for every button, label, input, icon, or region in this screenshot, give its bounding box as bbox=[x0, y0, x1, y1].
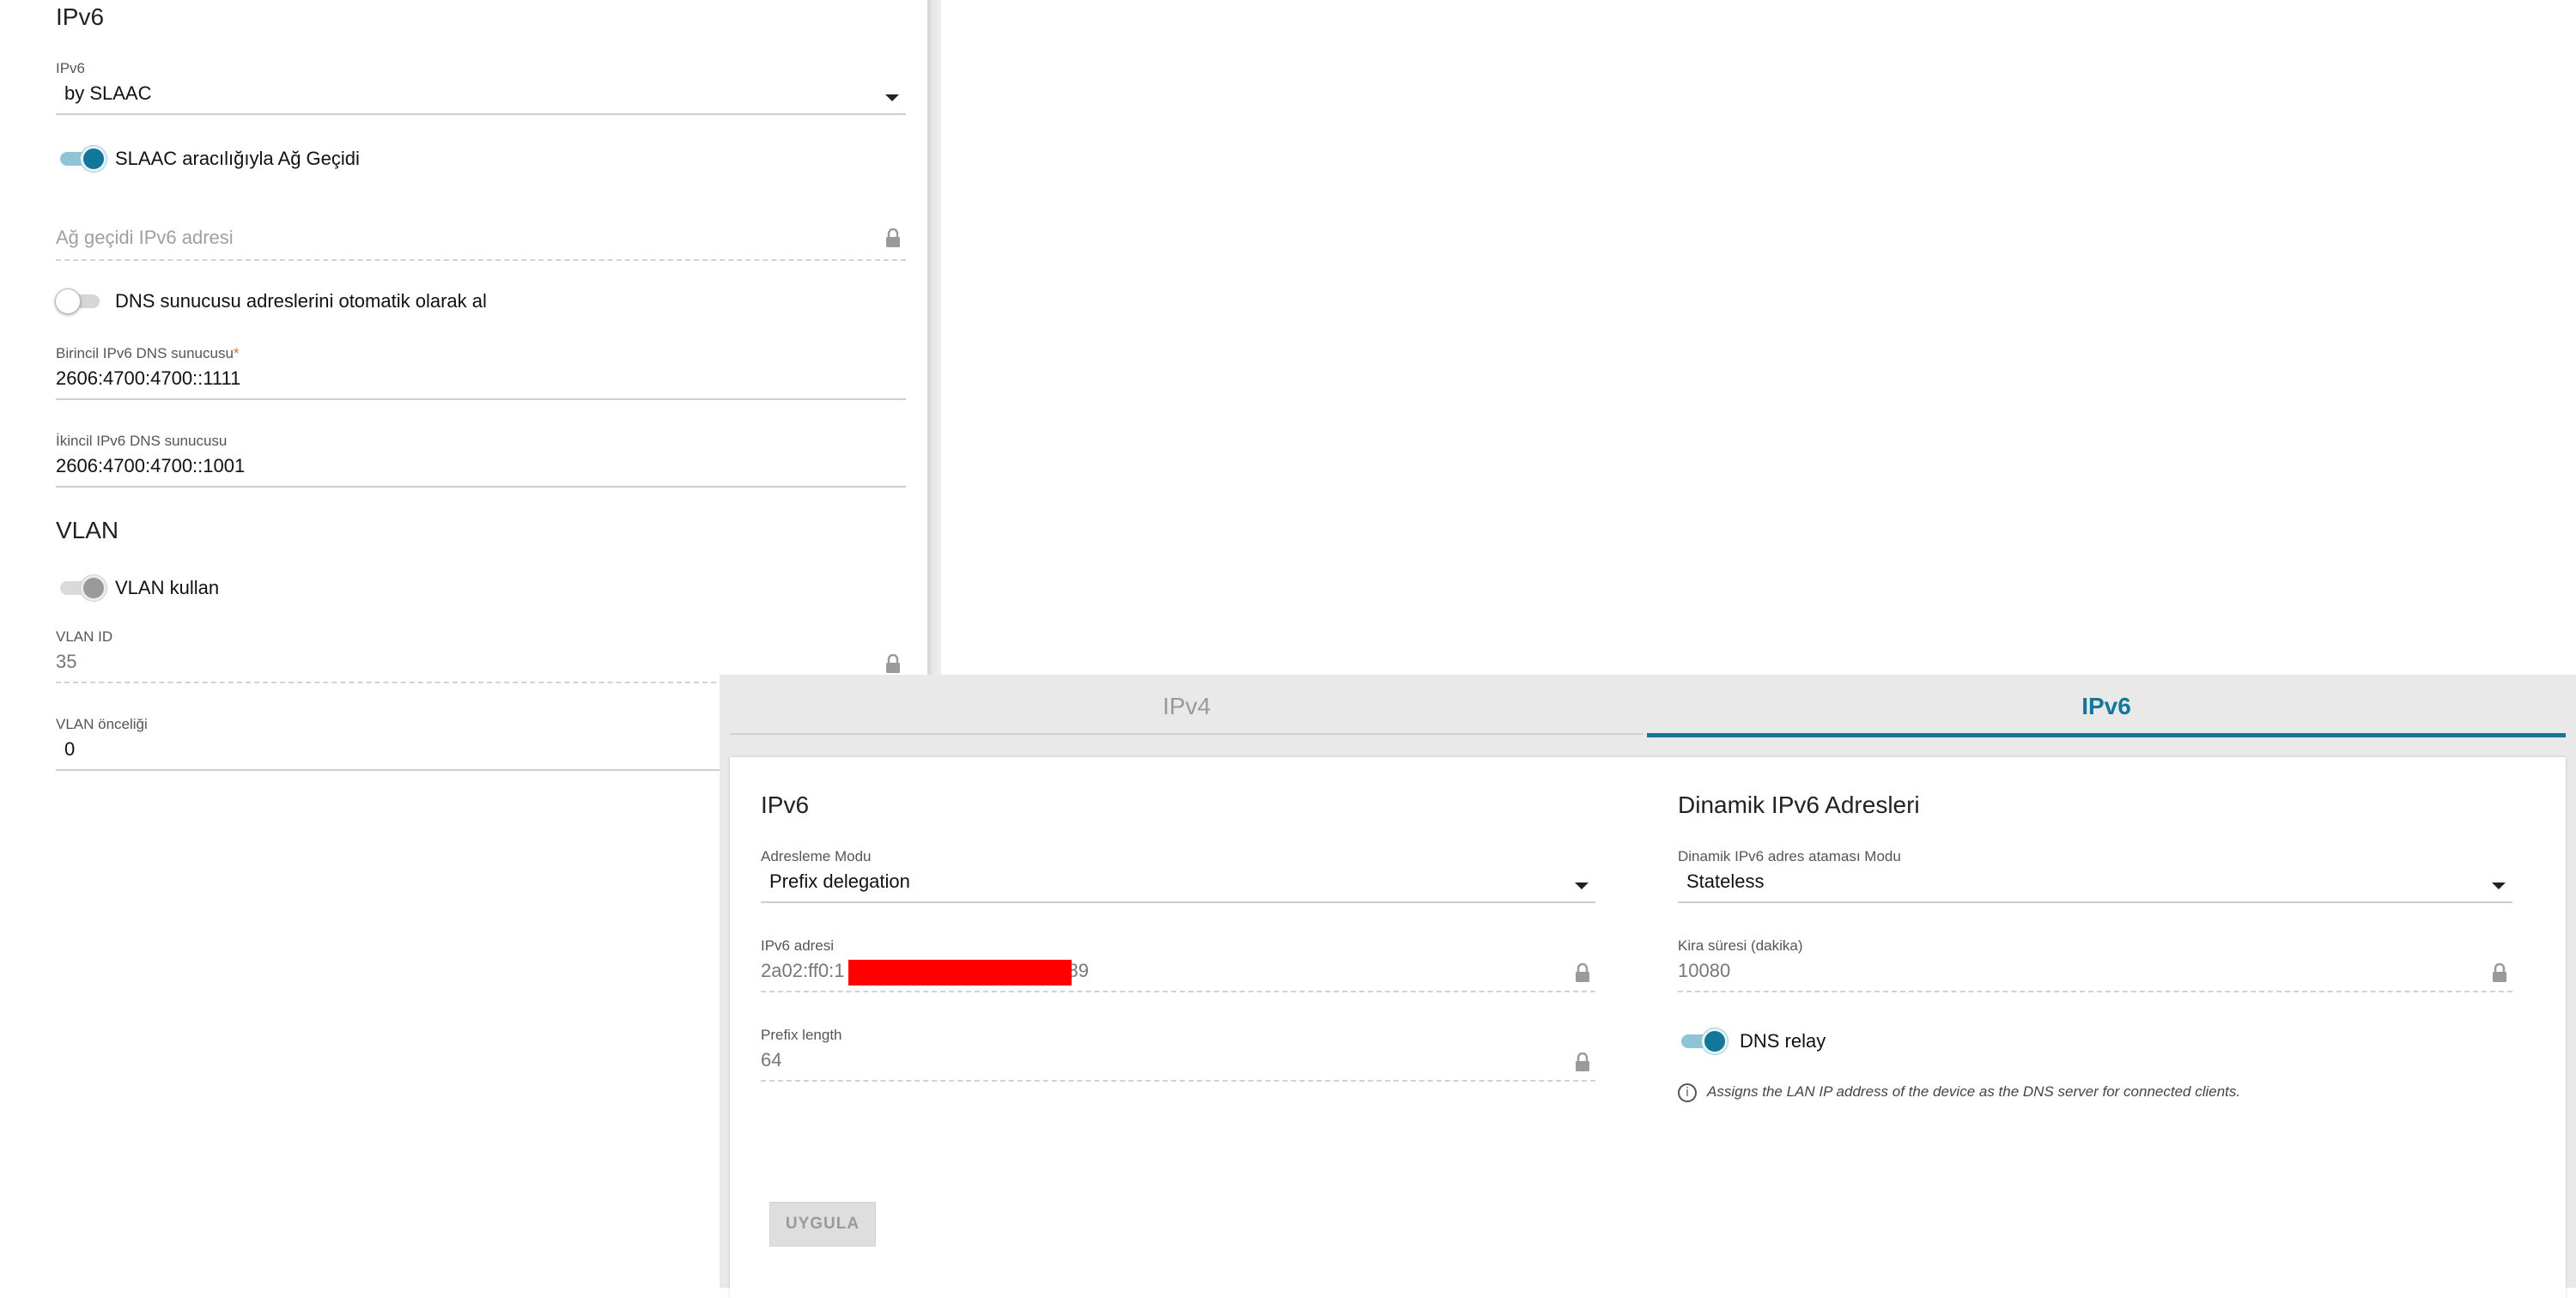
tab-ipv4[interactable]: IPv4 bbox=[730, 675, 1643, 735]
ipv6-mode-label: IPv6 bbox=[56, 60, 86, 76]
field-underline bbox=[56, 398, 906, 400]
dynamic-mode-label: Dinamik IPv6 adres ataması Modu bbox=[1678, 848, 1901, 864]
dynamic-ipv6-section-title: Dinamik IPv6 Adresleri bbox=[1678, 792, 1920, 818]
caret-down-icon bbox=[2492, 883, 2506, 889]
info-icon: i bbox=[1678, 1083, 1697, 1102]
addressing-mode-select[interactable]: Adresleme Modu Prefix delegation bbox=[761, 848, 1595, 917]
panel-edge-shadow bbox=[927, 0, 941, 678]
ipv6-address-label: IPv6 adresi bbox=[761, 937, 835, 954]
lan-ipv6-card: IPv6 Adresleme Modu Prefix delegation IP… bbox=[730, 757, 2566, 1298]
primary-dns-label: Birincil IPv6 DNS sunucusu* bbox=[56, 345, 240, 361]
secondary-dns-value: 2606:4700:4700::1001 bbox=[56, 455, 246, 476]
gateway-address-placeholder: Ağ geçidi IPv6 adresi bbox=[56, 227, 234, 248]
caret-down-icon bbox=[1575, 883, 1589, 889]
ipv6-section-title: IPv6 bbox=[56, 3, 105, 30]
dns-relay-label: DNS relay bbox=[1740, 1030, 1826, 1052]
lock-icon bbox=[1576, 1052, 1589, 1071]
ipv6-mode-value: by SLAAC bbox=[64, 82, 152, 104]
field-underline bbox=[1678, 991, 2512, 992]
tab-ipv6[interactable]: IPv6 bbox=[1647, 675, 2566, 737]
vlan-priority-value: 0 bbox=[64, 738, 76, 760]
slaac-gateway-toggle[interactable] bbox=[58, 146, 106, 172]
dynamic-mode-value: Stateless bbox=[1686, 870, 1765, 892]
dns-relay-toggle[interactable] bbox=[1680, 1028, 1728, 1054]
lock-icon bbox=[2493, 963, 2506, 982]
vlan-toggle[interactable] bbox=[58, 575, 106, 601]
vlan-toggle-label: VLAN kullan bbox=[115, 577, 220, 598]
field-underline bbox=[761, 1080, 1595, 1082]
lan-ipv6-panel: IPv4 IPv6 IPv6 Adresleme Modu Prefix del… bbox=[720, 675, 2576, 1298]
prefix-length-label: Prefix length bbox=[761, 1027, 842, 1043]
auto-dns-toggle[interactable] bbox=[55, 288, 103, 314]
addressing-mode-value: Prefix delegation bbox=[769, 870, 910, 892]
lock-icon bbox=[886, 228, 900, 247]
secondary-dns-label: İkincil IPv6 DNS sunucusu bbox=[56, 433, 228, 449]
lease-time-label: Kira süresi (dakika) bbox=[1678, 937, 1803, 954]
caret-down-icon bbox=[885, 94, 899, 101]
ipv6-address-field[interactable]: IPv6 adresi 2a02:ff0:1 89 bbox=[761, 937, 1595, 1006]
secondary-dns-field[interactable]: İkincil IPv6 DNS sunucusu 2606:4700:4700… bbox=[56, 433, 906, 501]
required-mark: * bbox=[233, 345, 240, 361]
field-underline bbox=[1678, 901, 2512, 903]
prefix-length-value: 64 bbox=[761, 1049, 782, 1071]
ipv6-address-prefix: 2a02:ff0:1 bbox=[761, 960, 845, 981]
field-underline bbox=[56, 259, 906, 261]
vlan-priority-label: VLAN önceliği bbox=[56, 716, 148, 732]
lease-time-value: 10080 bbox=[1678, 960, 1731, 981]
field-underline bbox=[761, 901, 1595, 903]
ipv6-mode-select[interactable]: IPv6 by SLAAC bbox=[56, 60, 906, 129]
lock-icon bbox=[1576, 963, 1589, 982]
field-underline bbox=[56, 113, 906, 115]
lease-time-field[interactable]: Kira süresi (dakika) 10080 bbox=[1678, 937, 2512, 1006]
vlan-id-value: 35 bbox=[56, 651, 77, 672]
vlan-id-label: VLAN ID bbox=[56, 628, 113, 645]
primary-dns-value: 2606:4700:4700::1111 bbox=[56, 367, 241, 389]
vlan-section-title: VLAN bbox=[56, 517, 119, 543]
field-underline bbox=[761, 991, 1595, 992]
redaction-box bbox=[848, 960, 1072, 986]
apply-button[interactable]: UYGULA bbox=[769, 1202, 876, 1246]
lan-ipv6-section-title: IPv6 bbox=[761, 792, 810, 818]
primary-dns-field[interactable]: Birincil IPv6 DNS sunucusu* 2606:4700:47… bbox=[56, 345, 906, 414]
slaac-gateway-label: SLAAC aracılığıyla Ağ Geçidi bbox=[115, 148, 360, 169]
addressing-mode-label: Adresleme Modu bbox=[761, 848, 872, 864]
dns-relay-hint: Assigns the LAN IP address of the device… bbox=[1707, 1083, 2241, 1100]
lock-icon bbox=[886, 654, 900, 673]
auto-dns-label: DNS sunucusu adreslerini otomatik olarak… bbox=[115, 290, 487, 312]
field-underline bbox=[56, 486, 906, 488]
prefix-length-field[interactable]: Prefix length 64 bbox=[761, 1027, 1595, 1095]
dynamic-mode-select[interactable]: Dinamik IPv6 adres ataması Modu Stateles… bbox=[1678, 848, 2512, 917]
gateway-address-field[interactable]: Ağ geçidi IPv6 adresi bbox=[56, 216, 906, 285]
